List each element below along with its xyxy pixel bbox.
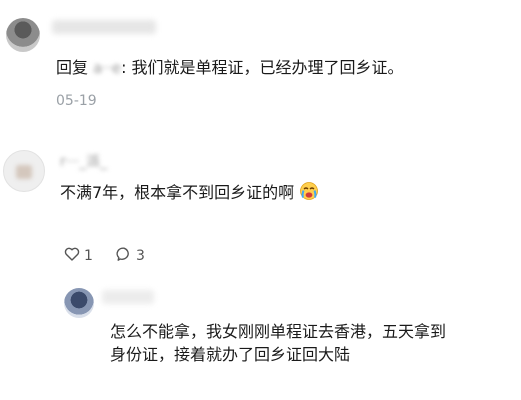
heart-icon [64, 246, 80, 266]
like-count: 1 [84, 248, 93, 264]
avatar[interactable] [64, 288, 94, 318]
comment-username[interactable]: r···_派_ [60, 151, 107, 171]
nested-reply-line-2: 身份证，接着就办了回乡证回大陆 [110, 345, 351, 364]
comment-text: 不满7年，根本拿不到回乡证的啊 [60, 181, 319, 207]
username-redacted[interactable] [102, 290, 154, 304]
comment-date: 05-19 [56, 93, 97, 109]
comment-body: 不满7年，根本拿不到回乡证的啊 [60, 183, 295, 202]
reply-body: : 我们就是单程证，已经办理了回乡证。 [121, 58, 404, 77]
avatar[interactable] [6, 18, 40, 52]
reply-to-user[interactable]: a··e [93, 59, 121, 77]
reply-prefix: 回复 [56, 58, 89, 77]
avatar[interactable] [3, 150, 45, 192]
nested-reply-line-1: 怎么不能拿，我女刚刚单程证去香港，五天拿到 [110, 322, 447, 341]
reply-text: 回复 a··e: 我们就是单程证，已经办理了回乡证。 [56, 57, 404, 79]
reply-count: 3 [136, 248, 145, 264]
username-redacted[interactable] [52, 20, 156, 34]
comment-icon [116, 246, 132, 266]
crying-face-icon [299, 181, 319, 207]
like-button[interactable]: 1 [64, 246, 93, 266]
reply-button[interactable]: 3 [116, 246, 145, 266]
